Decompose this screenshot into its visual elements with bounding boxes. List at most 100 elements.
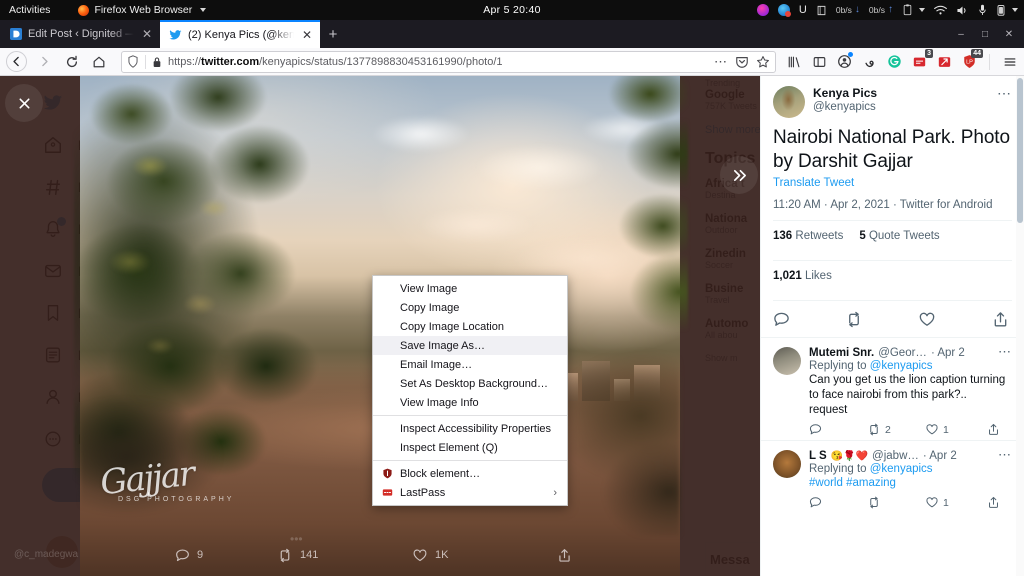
share-icon <box>989 496 998 508</box>
sidebar-icon[interactable] <box>811 52 828 71</box>
translate-tweet-link[interactable]: Translate Tweet <box>773 177 1012 189</box>
expand-details-button[interactable] <box>720 156 758 194</box>
menu-item-block-element[interactable]: Block element… <box>373 464 567 483</box>
reply-reply-button[interactable] <box>809 496 867 509</box>
url-bar[interactable]: https://twitter.com/kenyapics/status/137… <box>121 50 776 73</box>
wifi-icon[interactable] <box>934 5 947 16</box>
menu-item-label: View Image Info <box>400 396 479 409</box>
lastpass-icon[interactable]: LP 44 <box>961 49 983 71</box>
menu-item-email-image[interactable]: Email Image… <box>373 355 567 374</box>
network-up-indicator: 0b/s ↑ <box>868 4 893 16</box>
pocket-icon[interactable] <box>735 55 749 69</box>
avatar[interactable] <box>773 347 801 375</box>
new-tab-button[interactable]: + <box>320 20 346 48</box>
tray-book-icon[interactable] <box>816 5 827 16</box>
retweets-label: Retweets <box>795 230 844 242</box>
menu-item-label: View Image <box>400 282 458 295</box>
microphone-icon[interactable] <box>978 4 987 16</box>
minimize-button[interactable]: – <box>950 23 972 45</box>
reply-button[interactable] <box>771 309 791 329</box>
reload-button[interactable] <box>59 50 84 74</box>
menu-item-save-image-as[interactable]: Save Image As… <box>373 336 567 355</box>
tweet-author[interactable]: Kenya Pics @kenyapics ⋯ <box>773 86 1012 118</box>
battery-icon[interactable] <box>996 4 1018 16</box>
url-path: /kenyapics/status/1377898830453161990/ph… <box>259 55 503 68</box>
retweet-button[interactable] <box>844 309 864 329</box>
reply-date: · Apr 2 <box>922 450 957 462</box>
menu-item-inspect-element[interactable]: Inspect Element (Q) <box>373 438 567 457</box>
close-window-button[interactable]: ✕ <box>998 23 1020 45</box>
menu-item-label: Save Image As… <box>400 339 485 352</box>
close-photo-button[interactable] <box>5 84 43 122</box>
context-menu[interactable]: View Image Copy Image Copy Image Locatio… <box>372 275 568 506</box>
scrollbar-thumb[interactable] <box>1017 78 1023 223</box>
menu-item-view-image-info[interactable]: View Image Info <box>373 393 567 412</box>
reply-more-icon[interactable]: ⋯ <box>998 448 1012 461</box>
menu-item-lastpass[interactable]: LastPass › <box>373 483 567 502</box>
reply-item[interactable]: Mutemi Snr. @Geor… · Apr 2 ⋯ Replying to… <box>761 337 1024 440</box>
share-button[interactable] <box>990 309 1010 329</box>
reply-retweet-button[interactable] <box>867 496 925 509</box>
tray-blue-app-icon[interactable] <box>777 4 791 17</box>
lock-icon[interactable] <box>152 56 162 68</box>
menu-item-set-desktop-background[interactable]: Set As Desktop Background… <box>373 374 567 393</box>
reply-retweet-button[interactable]: 2 <box>867 423 925 436</box>
library-icon[interactable] <box>786 52 803 71</box>
page-actions-icon[interactable]: ⋯ <box>714 55 728 68</box>
grammarly-icon[interactable] <box>886 52 903 71</box>
photo-retweet-action[interactable]: 141 <box>215 548 350 563</box>
reply-text[interactable]: #world #amazing <box>809 476 1012 491</box>
reply-share-button[interactable] <box>987 423 1000 436</box>
reply-author-name: Mutemi Snr. <box>809 347 875 359</box>
retweet-icon <box>870 423 878 436</box>
photo-reply-action[interactable]: 9 <box>80 548 215 563</box>
back-button[interactable] <box>6 51 27 72</box>
menu-item-copy-image[interactable]: Copy Image <box>373 298 567 317</box>
avatar[interactable] <box>773 450 801 478</box>
tray-purple-app-icon[interactable] <box>756 4 769 16</box>
app-menu-button[interactable] <box>1001 52 1018 71</box>
avatar[interactable] <box>773 86 805 118</box>
tab-dignited[interactable]: Edit Post ‹ Dignited — W... ✕ <box>0 20 160 48</box>
clock[interactable]: Apr 5 20:40 <box>483 4 541 16</box>
close-icon[interactable]: ✕ <box>300 28 314 42</box>
replying-to-handle[interactable]: @kenyapics <box>870 360 933 372</box>
tab-kenya-pics[interactable]: (2) Kenya Pics (@kenyapi ✕ <box>160 20 320 48</box>
reply-more-icon[interactable]: ⋯ <box>998 345 1012 358</box>
menu-item-inspect-accessibility[interactable]: Inspect Accessibility Properties <box>373 419 567 438</box>
menu-item-view-image[interactable]: View Image <box>373 279 567 298</box>
extension-red-icon[interactable]: 3 <box>911 49 933 71</box>
share-icon <box>989 423 998 435</box>
forward-button[interactable] <box>32 50 57 74</box>
volume-icon[interactable] <box>956 5 969 16</box>
extension-arrow-icon[interactable] <box>936 52 953 71</box>
tray-u-icon[interactable]: U <box>799 4 807 16</box>
pocket-icon[interactable] <box>861 52 878 71</box>
reply-reply-button[interactable] <box>809 423 867 436</box>
replying-to-prefix: Replying to <box>809 463 870 475</box>
home-button[interactable] <box>86 50 111 74</box>
reply-like-button[interactable]: 1 <box>925 423 983 436</box>
clipboard-indicator[interactable] <box>902 4 925 16</box>
photo-like-action[interactable]: 1K <box>350 548 485 563</box>
activities-button[interactable]: Activities <box>0 4 60 16</box>
reply-like-button[interactable]: 1 <box>925 496 983 509</box>
reply-share-button[interactable] <box>987 496 1000 509</box>
reply-item[interactable]: L S 😘🌹❤️ @jabw… · Apr 2 ⋯ Replying to @k… <box>761 440 1024 513</box>
bookmark-star-icon[interactable] <box>756 55 770 69</box>
shield-icon[interactable] <box>127 55 139 68</box>
tweet-more-icon[interactable]: ⋯ <box>997 86 1012 100</box>
close-icon[interactable]: ✕ <box>140 27 154 41</box>
app-menu-firefox[interactable]: Firefox Web Browser <box>78 4 207 16</box>
quotes-stat[interactable]: 5 Quote Tweets <box>859 230 939 242</box>
like-button[interactable] <box>917 309 937 329</box>
retweets-stat[interactable]: 136 Retweets <box>773 230 843 242</box>
panel-scrollbar[interactable] <box>1016 76 1024 576</box>
menu-item-copy-image-location[interactable]: Copy Image Location <box>373 317 567 336</box>
maximize-button[interactable]: □ <box>974 23 996 45</box>
account-icon[interactable] <box>836 52 853 71</box>
likes-stat[interactable]: 1,021 Likes <box>773 270 832 282</box>
navigation-toolbar: https://twitter.com/kenyapics/status/137… <box>0 48 1024 76</box>
replying-to-handle[interactable]: @kenyapics <box>870 463 933 475</box>
photo-share-action[interactable] <box>485 548 620 563</box>
